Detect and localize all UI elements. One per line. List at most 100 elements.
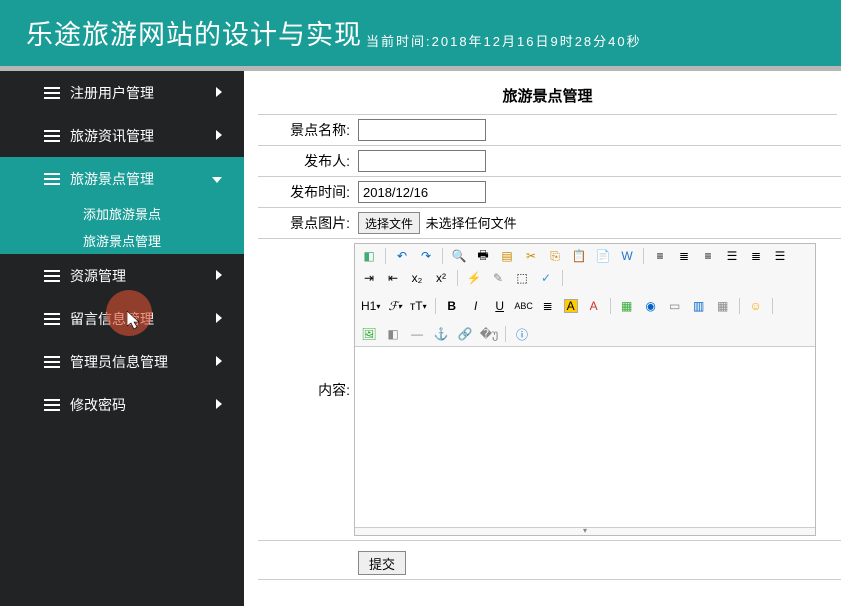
undo-icon[interactable]: ↶ <box>394 248 410 264</box>
panel-title: 旅游景点管理 <box>258 79 837 115</box>
clear-icon[interactable]: ✓ <box>538 270 554 286</box>
paste-text-icon[interactable]: 📄 <box>595 248 611 264</box>
input-name[interactable] <box>358 119 486 141</box>
sidebar-item-resource[interactable]: 资源管理 <box>0 254 244 297</box>
sidebar-item-news[interactable]: 旅游资讯管理 <box>0 114 244 157</box>
paste-icon[interactable]: 📋 <box>571 248 587 264</box>
picture-icon[interactable]: ▦ <box>619 298 635 314</box>
sidebar-item-users[interactable]: 注册用户管理 <box>0 71 244 114</box>
submenu-manage-scenic[interactable]: 旅游景点管理 <box>0 227 244 254</box>
submit-button[interactable]: 提交 <box>358 551 406 575</box>
emoji-icon[interactable]: ☺ <box>748 298 764 314</box>
file-status: 未选择任何文件 <box>426 216 517 231</box>
sidebar-item-label: 管理员信息管理 <box>70 352 168 372</box>
sidebar-item-admin[interactable]: 管理员信息管理 <box>0 340 244 383</box>
strike-icon[interactable]: ABC <box>516 298 532 314</box>
sidebar-item-label: 资源管理 <box>70 266 126 286</box>
menu-icon <box>44 399 60 411</box>
editor-toolbar: ◧ ↶ ↷ 🔍 🖶 ▤ ✂ ⎘ 📋 📄 W <box>355 244 815 347</box>
app-header: 乐途旅游网站的设计与实现 当前时间:2018年12月16日9时28分40秒 <box>0 0 841 66</box>
copy-icon[interactable]: ⎘ <box>547 248 563 264</box>
source-icon[interactable]: ◧ <box>361 248 377 264</box>
sidebar-item-label: 注册用户管理 <box>70 83 154 103</box>
align-right-icon[interactable]: ≡ <box>700 248 716 264</box>
music-icon[interactable]: ▥ <box>691 298 707 314</box>
separator <box>442 248 443 264</box>
file-select-button[interactable]: 选择文件 <box>358 212 420 234</box>
table-icon[interactable]: ▦ <box>715 298 731 314</box>
subscript-icon[interactable]: x₂ <box>409 270 425 286</box>
preview-icon[interactable]: 🔍 <box>451 248 467 264</box>
separator <box>739 298 740 314</box>
menu-icon <box>44 130 60 142</box>
label-image: 景点图片: <box>258 208 354 239</box>
align-left-icon[interactable]: ≡ <box>652 248 668 264</box>
print-icon[interactable]: 🖶 <box>475 248 491 264</box>
fgcolor-icon[interactable]: A <box>564 299 578 313</box>
landscape-icon[interactable]: ◧ <box>385 326 401 342</box>
separator <box>435 298 436 314</box>
template-icon[interactable]: ▤ <box>499 248 515 264</box>
editor-textarea[interactable] <box>355 347 815 527</box>
chevron-right-icon <box>216 354 222 369</box>
outdent-icon[interactable]: ⇤ <box>385 270 401 286</box>
unlink-icon[interactable]: �უ <box>481 326 497 342</box>
chevron-right-icon <box>216 128 222 143</box>
fontsize-select[interactable]: ᴛT▾ <box>410 299 427 313</box>
remove-format-icon[interactable]: ⚡ <box>466 270 482 286</box>
flash-icon[interactable]: ◉ <box>643 298 659 314</box>
input-pubtime[interactable] <box>358 181 486 203</box>
menu-icon <box>44 313 60 325</box>
indent-icon[interactable]: ⇥ <box>361 270 377 286</box>
list-ol-icon[interactable]: ≣ <box>748 248 764 264</box>
italic-icon[interactable]: I <box>468 298 484 314</box>
lineheight-icon[interactable]: ≣ <box>540 298 556 314</box>
form-table: 景点名称: 发布人: 发布时间: 景点图片: 选择文件 未选择任何文件 内容: <box>258 115 841 580</box>
cut-icon[interactable]: ✂ <box>523 248 539 264</box>
bold-icon[interactable]: B <box>444 298 460 314</box>
chevron-right-icon <box>216 268 222 283</box>
bgcolor-icon[interactable]: A <box>586 298 602 314</box>
redo-icon[interactable]: ↷ <box>418 248 434 264</box>
separator <box>505 326 506 342</box>
menu-icon <box>44 87 60 99</box>
superscript-icon[interactable]: x² <box>433 270 449 286</box>
rich-editor: ◧ ↶ ↷ 🔍 🖶 ▤ ✂ ⎘ 📋 📄 W <box>354 243 816 536</box>
sidebar: 注册用户管理 旅游资讯管理 旅游景点管理 添加旅游景点 旅游景点管理 资源管理 … <box>0 71 244 606</box>
sidebar-item-scenic[interactable]: 旅游景点管理 <box>0 157 244 200</box>
heading-select[interactable]: H1▾ <box>361 299 380 313</box>
align-justify-icon[interactable]: ☰ <box>724 248 740 264</box>
main-content: 旅游景点管理 景点名称: 发布人: 发布时间: 景点图片: 选择文件 未选择任何… <box>244 71 841 606</box>
select-all-icon[interactable]: ⬚ <box>514 270 530 286</box>
font-select[interactable]: ℱ▾ <box>388 299 401 314</box>
input-publisher[interactable] <box>358 150 486 172</box>
editor-resize-handle[interactable]: ▾ <box>355 527 815 535</box>
list-ul-icon[interactable]: ☰ <box>772 248 788 264</box>
align-center-icon[interactable]: ≣ <box>676 248 692 264</box>
separator <box>457 270 458 286</box>
menu-icon <box>44 173 60 185</box>
separator <box>610 298 611 314</box>
app-title: 乐途旅游网站的设计与实现 <box>26 13 362 52</box>
sidebar-item-label: 旅游景点管理 <box>70 169 154 189</box>
link-icon[interactable]: 🔗 <box>457 326 473 342</box>
sidebar-item-label: 修改密码 <box>70 395 126 415</box>
menu-icon <box>44 356 60 368</box>
separator <box>772 298 773 314</box>
anchor-icon[interactable]: ⚓ <box>433 326 449 342</box>
sidebar-item-password[interactable]: 修改密码 <box>0 383 244 426</box>
about-icon[interactable]: ⓘ <box>514 326 530 342</box>
sidebar-submenu: 添加旅游景点 旅游景点管理 <box>0 200 244 254</box>
chevron-right-icon <box>216 397 222 412</box>
label-content: 内容: <box>258 239 354 541</box>
paste-word-icon[interactable]: W <box>619 248 635 264</box>
sidebar-item-message[interactable]: 留言信息管理 <box>0 297 244 340</box>
separator <box>643 248 644 264</box>
hr-icon[interactable]: — <box>409 326 425 342</box>
submenu-add-scenic[interactable]: 添加旅游景点 <box>0 200 244 227</box>
video-icon[interactable]: ▭ <box>667 298 683 314</box>
underline-icon[interactable]: U <box>492 298 508 314</box>
quick-format-icon[interactable]: ✎ <box>490 270 506 286</box>
image-icon[interactable]: 🖼 <box>361 326 377 342</box>
sidebar-item-label: 留言信息管理 <box>70 309 154 329</box>
